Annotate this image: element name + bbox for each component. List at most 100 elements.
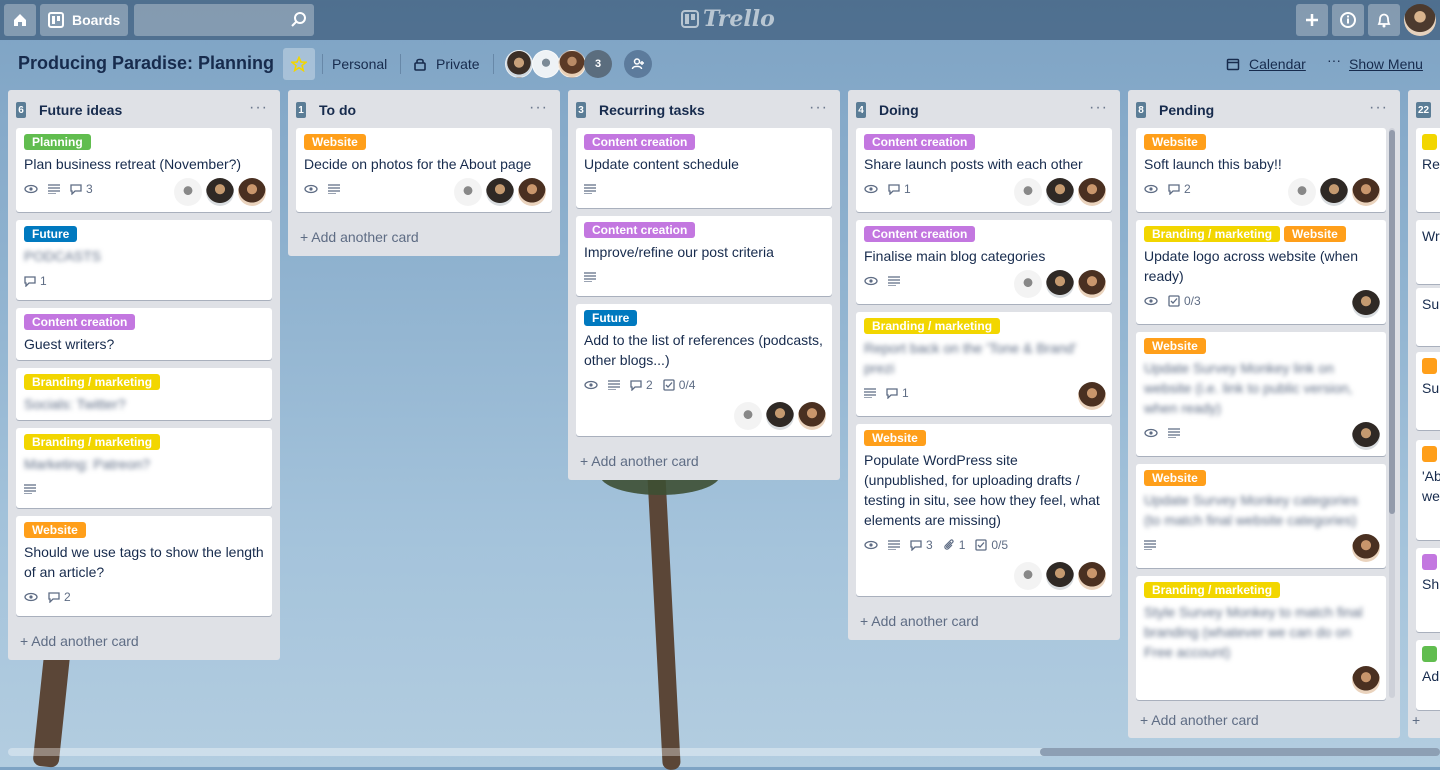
user-avatar[interactable] [1404,4,1436,36]
list-menu-icon[interactable]: ··· [809,99,828,117]
card[interactable]: Branding / marketing Marketing: Patreon? [16,428,272,508]
list-title[interactable]: Pending [1159,102,1214,118]
list-title[interactable]: Doing [879,102,919,118]
card[interactable]: Su [1416,288,1440,346]
card-member-avatar[interactable] [238,178,266,206]
card[interactable]: Website Update Survey Monkey link on web… [1136,332,1386,456]
card-label[interactable]: Content creation [24,314,136,330]
card-label[interactable]: Future [584,310,638,326]
invite-button[interactable] [624,50,652,78]
card[interactable]: Website Decide on photos for the About p… [296,128,552,212]
list-future-ideas[interactable]: 6 Future ideas ··· Planning Plan busines… [8,90,280,660]
card-label[interactable]: Branding / marketing [1144,226,1281,242]
star-board-button[interactable] [283,48,315,80]
card[interactable]: Planning Plan business retreat (November… [16,128,272,212]
card-label[interactable]: Planning [24,134,91,150]
list-menu-icon[interactable]: ··· [1369,99,1388,117]
boards-button[interactable]: Boards [40,4,128,36]
card-label[interactable]: Website [24,522,86,538]
lock-icon[interactable] [413,57,427,71]
card-member-avatar[interactable] [734,402,762,430]
list-peek[interactable]: 22 Re Wr Su Su 'Ab we Sh Ad + [1408,90,1440,738]
list-title[interactable]: Future ideas [39,102,122,118]
list-header[interactable]: 3 Recurring tasks ··· [568,90,840,128]
notifications-button[interactable] [1368,4,1400,36]
card-member-avatar[interactable] [206,178,234,206]
card-label[interactable] [1422,554,1438,570]
card[interactable]: Content creation Guest writers? [16,308,272,360]
card-member-avatar[interactable] [798,402,826,430]
list-header[interactable]: 1 To do ··· [288,90,560,128]
card-label[interactable] [1422,134,1438,150]
search-input[interactable] [134,4,314,36]
list-doing[interactable]: 4 Doing ··· Content creation Share launc… [848,90,1120,640]
card[interactable]: Branding / marketing Website Update logo … [1136,220,1386,324]
card-label[interactable]: Branding / marketing [24,374,161,390]
card-member-avatar[interactable] [1352,290,1380,318]
card[interactable]: Branding / marketing Report back on the … [856,312,1112,416]
card[interactable]: Branding / marketing Style Survey Monkey… [1136,576,1386,700]
card[interactable]: Content creation Share launch posts with… [856,128,1112,212]
card[interactable]: Content creation Update content schedule [576,128,832,208]
card[interactable]: Content creation Improve/refine our post… [576,216,832,296]
card-label[interactable]: Content creation [584,134,696,150]
add-card-button[interactable]: + Add another card [580,453,699,469]
menu-dots-icon[interactable]: ··· [1327,52,1341,68]
card-label[interactable]: Website [864,430,926,446]
team-button[interactable]: Personal [332,56,387,72]
home-button[interactable] [4,4,36,36]
list-header[interactable]: 8 Pending ··· [1128,90,1400,128]
member-count-badge[interactable]: 3 [584,50,612,78]
card-member-avatar[interactable] [1046,178,1074,206]
card-member-avatar[interactable] [1352,178,1380,206]
card[interactable]: Su [1416,352,1440,430]
card-label[interactable]: Branding / marketing [24,434,161,450]
board-member-avatar[interactable] [558,50,586,78]
list-menu-icon[interactable]: ··· [1089,99,1108,117]
card-label[interactable]: Branding / marketing [864,318,1001,334]
card-member-avatar[interactable] [1288,178,1316,206]
card-member-avatar[interactable] [1078,562,1106,590]
list-menu-icon[interactable]: ··· [249,99,268,117]
card-member-avatar[interactable] [1078,178,1106,206]
card-label[interactable] [1422,358,1438,374]
list-pending[interactable]: 8 Pending ··· Website Soft launch this b… [1128,90,1400,738]
card[interactable]: Website Populate WordPress site (unpubli… [856,424,1112,596]
card-label[interactable]: Content creation [864,134,976,150]
card-label[interactable]: Website [1144,338,1206,354]
card-label[interactable]: Website [304,134,366,150]
search-icon[interactable] [290,11,308,29]
add-card-button[interactable]: + Add another card [20,633,139,649]
list-header[interactable]: 6 Future ideas ··· [8,90,280,128]
list-title[interactable]: To do [319,102,356,118]
card-label[interactable]: Future [24,226,78,242]
card-member-avatar[interactable] [1078,382,1106,410]
card[interactable]: Ad [1416,640,1440,710]
add-card-button[interactable]: + [1412,712,1420,728]
card[interactable]: Future Add to the list of references (po… [576,304,832,436]
list-recurring-tasks[interactable]: 3 Recurring tasks ··· Content creation U… [568,90,840,480]
card-member-avatar[interactable] [1320,178,1348,206]
card-member-avatar[interactable] [174,178,202,206]
card[interactable]: Wr [1416,220,1440,284]
card-label[interactable]: Website [1284,226,1346,242]
show-menu-button[interactable]: Show Menu [1349,56,1423,72]
card-label[interactable]: Website [1144,134,1206,150]
add-card-button[interactable]: + Add another card [860,613,979,629]
card[interactable]: 'Ab we [1416,440,1440,540]
list-scrollbar-thumb[interactable] [1389,130,1395,514]
card-label[interactable] [1422,446,1438,462]
card-member-avatar[interactable] [518,178,546,206]
add-card-button[interactable]: + Add another card [300,229,419,245]
card-member-avatar[interactable] [1352,666,1380,694]
board-member-avatar[interactable] [505,50,533,78]
card-member-avatar[interactable] [486,178,514,206]
card-label[interactable]: Content creation [864,226,976,242]
card[interactable]: Re [1416,128,1440,212]
add-card-button[interactable]: + Add another card [1140,712,1259,728]
list-to-do[interactable]: 1 To do ··· Website Decide on photos for… [288,90,560,256]
card-label[interactable] [1422,646,1438,662]
list-menu-icon[interactable]: ··· [529,99,548,117]
calendar-icon[interactable] [1226,57,1240,71]
card[interactable]: Future PODCASTS 1 [16,220,272,300]
